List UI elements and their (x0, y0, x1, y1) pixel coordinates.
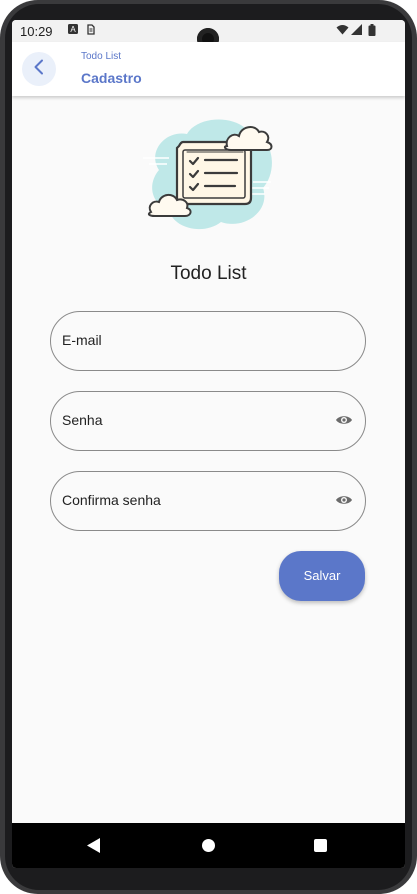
eye-icon[interactable] (335, 412, 353, 428)
email-label: E-mail (62, 332, 102, 348)
wifi-icon (336, 24, 349, 38)
system-nav-bar (12, 823, 405, 868)
confirm-password-label: Confirma senha (62, 492, 161, 508)
app-bar: Todo List Cadastro (12, 42, 405, 96)
chevron-left-icon (33, 59, 45, 80)
screen: 10:29 A Todo List Cadastro Todo List E-m… (12, 20, 405, 868)
back-button[interactable] (22, 52, 56, 86)
password-label: Senha (62, 412, 103, 428)
breadcrumb: Todo List (81, 51, 122, 62)
status-time: 10:29 (20, 24, 53, 39)
home-circle-icon[interactable] (202, 839, 215, 852)
battery-icon (368, 24, 376, 39)
recents-square-icon[interactable] (314, 839, 327, 852)
sim-icon (86, 24, 96, 38)
signal-icon (351, 24, 363, 38)
confirm-password-field[interactable]: Confirma senha (50, 471, 366, 531)
back-triangle-icon[interactable] (87, 838, 101, 858)
a-notification-icon: A (68, 24, 78, 37)
email-field[interactable]: E-mail (50, 311, 366, 371)
svg-text:A: A (70, 25, 76, 34)
password-field[interactable]: Senha (50, 391, 366, 451)
app-heading: Todo List (170, 263, 247, 284)
eye-icon[interactable] (335, 492, 353, 508)
page-title: Cadastro (81, 70, 142, 86)
checklist-clouds-illustration (139, 112, 275, 236)
save-button[interactable]: Salvar (279, 551, 365, 601)
